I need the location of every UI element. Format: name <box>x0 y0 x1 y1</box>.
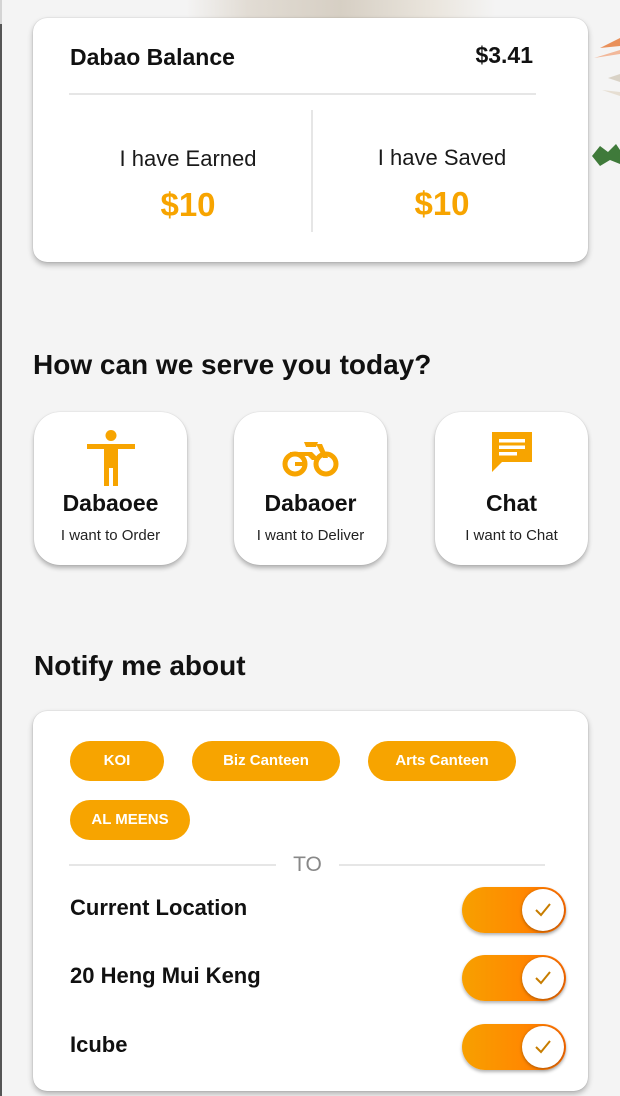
dabaoee-order-button[interactable]: Dabaoee I want to Order <box>34 412 187 565</box>
to-divider-right <box>339 864 545 866</box>
balance-divider <box>69 93 536 95</box>
saved-stat: I have Saved $10 <box>317 145 567 223</box>
place-chip-koi[interactable]: KOI <box>70 741 164 781</box>
balance-value: $3.41 <box>475 42 533 68</box>
place-chip-biz-canteen[interactable]: Biz Canteen <box>192 741 340 781</box>
location-toggle-icube[interactable] <box>462 1024 566 1070</box>
to-label: TO <box>293 853 322 876</box>
location-label-heng-mui-keng: 20 Heng Mui Keng <box>70 963 261 988</box>
place-chip-arts-canteen[interactable]: Arts Canteen <box>368 741 516 781</box>
notify-section-title: Notify me about <box>34 650 246 681</box>
to-divider-left <box>69 864 276 866</box>
earned-value: $10 <box>160 186 216 223</box>
saved-label: I have Saved <box>377 145 507 170</box>
dabaoer-deliver-button[interactable]: Dabaoer I want to Deliver <box>234 412 387 565</box>
location-toggle-current[interactable] <box>462 887 566 933</box>
earned-stat: I have Earned $10 <box>63 146 313 224</box>
earned-label: I have Earned <box>119 146 257 171</box>
place-chip-al-meens[interactable]: AL MEENS <box>70 800 190 840</box>
dabaoee-title: Dabaoee <box>62 490 159 516</box>
motorcycle-icon <box>282 442 338 477</box>
checkmark-icon <box>535 903 551 917</box>
screen-edge <box>0 0 2 1096</box>
chat-icon <box>491 432 532 472</box>
dabaoer-title: Dabaoer <box>264 490 357 516</box>
dabaoer-subtitle: I want to Deliver <box>256 527 365 544</box>
balance-label: Dabao Balance <box>70 44 235 70</box>
notify-card: KOI Biz Canteen Arts Canteen AL MEENS TO… <box>33 711 588 1091</box>
chat-button[interactable]: Chat I want to Chat <box>435 412 588 565</box>
balance-card: Dabao Balance $3.41 I have Earned $10 I … <box>33 18 588 262</box>
decorative-vegetable-image <box>592 38 620 166</box>
chat-title: Chat <box>485 490 538 516</box>
chat-subtitle: I want to Chat <box>465 527 558 544</box>
person-icon <box>86 430 135 486</box>
dabaoee-subtitle: I want to Order <box>60 527 161 544</box>
location-label-current: Current Location <box>70 895 248 920</box>
location-toggle-heng-mui-keng[interactable] <box>462 955 566 1001</box>
checkmark-icon <box>535 1040 551 1054</box>
serve-section-title: How can we serve you today? <box>33 349 432 380</box>
saved-value: $10 <box>414 185 470 222</box>
checkmark-icon <box>535 971 551 985</box>
location-label-icube: Icube <box>70 1032 128 1057</box>
